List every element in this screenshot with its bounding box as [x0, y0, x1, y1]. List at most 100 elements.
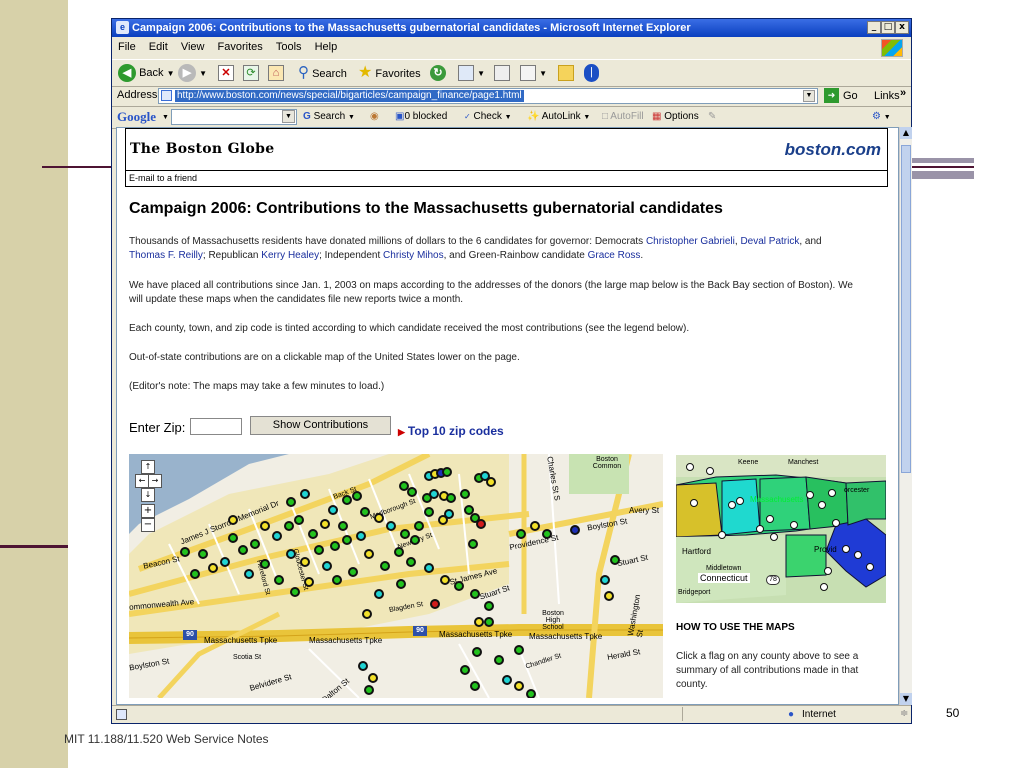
contribution-marker[interactable] — [358, 661, 368, 671]
contribution-marker[interactable] — [514, 645, 524, 655]
stop-button[interactable]: ✕ — [218, 63, 234, 83]
county-flag[interactable] — [820, 583, 828, 591]
contribution-marker[interactable] — [356, 531, 366, 541]
county-flag[interactable] — [736, 497, 744, 505]
county-flag[interactable] — [854, 551, 862, 559]
contribution-marker[interactable] — [374, 589, 384, 599]
contribution-marker[interactable] — [476, 519, 486, 529]
county-flag[interactable] — [866, 563, 874, 571]
contribution-marker[interactable] — [364, 549, 374, 559]
contribution-marker[interactable] — [484, 601, 494, 611]
contribution-marker[interactable] — [394, 547, 404, 557]
link-patrick[interactable]: Deval Patrick — [740, 236, 799, 247]
contribution-marker[interactable] — [300, 557, 310, 567]
contribution-marker[interactable] — [284, 521, 294, 531]
county-flag[interactable] — [832, 519, 840, 527]
minimize-button[interactable]: _ — [867, 21, 881, 34]
chevron-right-icon[interactable]: » — [900, 87, 906, 99]
contribution-marker[interactable] — [180, 547, 190, 557]
refresh-button[interactable]: ⟳ — [243, 63, 259, 83]
address-dropdown-icon[interactable]: ▼ — [803, 90, 815, 102]
menu-file[interactable]: File — [118, 41, 136, 53]
menu-favorites[interactable]: Favorites — [218, 41, 263, 53]
contribution-marker[interactable] — [610, 555, 620, 565]
zip-input[interactable] — [190, 418, 242, 435]
pencil-icon[interactable]: ✎ — [708, 111, 716, 122]
contribution-marker[interactable] — [502, 675, 512, 685]
contribution-marker[interactable] — [542, 529, 552, 539]
options-button[interactable]: ▦ Options — [652, 111, 699, 122]
contribution-marker[interactable] — [294, 515, 304, 525]
contribution-marker[interactable] — [364, 685, 374, 695]
contribution-marker[interactable] — [272, 531, 282, 541]
contribution-marker[interactable] — [530, 521, 540, 531]
contribution-marker[interactable] — [470, 589, 480, 599]
contribution-marker[interactable] — [286, 549, 296, 559]
contribution-marker[interactable] — [260, 521, 270, 531]
contribution-marker[interactable] — [328, 505, 338, 515]
favorites-button[interactable]: ★ Favorites — [358, 63, 421, 83]
close-button[interactable]: x — [895, 21, 909, 34]
contribution-marker[interactable] — [250, 539, 260, 549]
google-settings-icon[interactable]: ⚙ ▼ — [872, 111, 891, 122]
contribution-marker[interactable] — [238, 545, 248, 555]
contribution-marker[interactable] — [410, 535, 420, 545]
contribution-marker[interactable] — [320, 519, 330, 529]
contribution-marker[interactable] — [460, 665, 470, 675]
contribution-marker[interactable] — [190, 569, 200, 579]
menu-edit[interactable]: Edit — [149, 41, 168, 53]
contribution-marker[interactable] — [304, 577, 314, 587]
google-search-input[interactable] — [171, 109, 297, 125]
contribution-marker[interactable] — [406, 557, 416, 567]
print-button[interactable] — [494, 63, 510, 83]
county-flag[interactable] — [706, 467, 714, 475]
history-button[interactable]: ↻ — [430, 63, 446, 83]
contribution-marker[interactable] — [244, 569, 254, 579]
contribution-marker[interactable] — [338, 521, 348, 531]
county-flag[interactable] — [766, 515, 774, 523]
contribution-marker[interactable] — [440, 575, 450, 585]
contribution-marker[interactable] — [570, 525, 580, 535]
link-mihos[interactable]: Christy Mihos — [383, 250, 444, 261]
contribution-marker[interactable] — [430, 599, 440, 609]
contribution-marker[interactable] — [198, 549, 208, 559]
contribution-marker[interactable] — [494, 655, 504, 665]
contribution-marker[interactable] — [308, 529, 318, 539]
contribution-marker[interactable] — [474, 617, 484, 627]
show-contributions-button[interactable]: Show Contributions — [250, 416, 391, 435]
links-button[interactable]: Links — [874, 90, 900, 102]
contribution-marker[interactable] — [300, 489, 310, 499]
edit-button[interactable]: ▼ — [520, 63, 547, 83]
contribution-marker[interactable] — [352, 491, 362, 501]
contribution-marker[interactable] — [290, 587, 300, 597]
county-flag[interactable] — [686, 463, 694, 471]
google-menu-icon[interactable]: ▼ — [162, 114, 169, 121]
contribution-marker[interactable] — [407, 487, 417, 497]
spellcheck-button[interactable]: ✓ Check ▼ — [464, 111, 512, 122]
contribution-marker[interactable] — [342, 495, 352, 505]
back-bay-map[interactable]: ↑ ← → ↓ + − James J Storrow Memorial Dr … — [129, 454, 663, 698]
go-button[interactable]: Go — [843, 90, 858, 102]
forward-button[interactable]: ▶ ▼ — [178, 63, 207, 83]
contribution-marker[interactable] — [330, 541, 340, 551]
top10-link[interactable]: ▶ Top 10 zip codes — [398, 424, 504, 438]
contribution-marker[interactable] — [342, 535, 352, 545]
contribution-marker[interactable] — [348, 567, 358, 577]
contribution-marker[interactable] — [274, 575, 284, 585]
autolink-button[interactable]: ✨ AutoLink ▼ — [527, 111, 590, 122]
county-flag[interactable] — [824, 567, 832, 575]
contribution-marker[interactable] — [468, 539, 478, 549]
contribution-marker[interactable] — [386, 521, 396, 531]
contribution-marker[interactable] — [429, 489, 439, 499]
google-search-button[interactable]: G Search ▼ — [303, 111, 355, 122]
contribution-marker[interactable] — [516, 529, 526, 539]
bluetooth-button[interactable]: ᛁ — [584, 63, 599, 83]
scroll-down-icon[interactable]: ▼ — [900, 693, 912, 705]
google-dropdown-icon[interactable]: ▼ — [282, 110, 295, 123]
mail-button[interactable]: ▼ — [458, 63, 485, 83]
contribution-marker[interactable] — [424, 507, 434, 517]
contribution-marker[interactable] — [472, 647, 482, 657]
contribution-marker[interactable] — [600, 575, 610, 585]
contribution-marker[interactable] — [396, 579, 406, 589]
email-link[interactable]: E-mail to a friend — [125, 170, 888, 187]
